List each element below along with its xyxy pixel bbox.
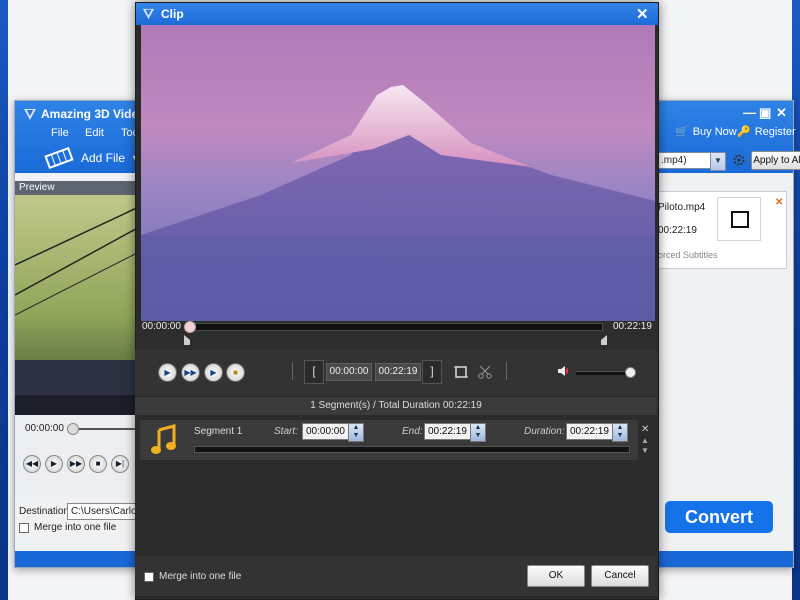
video-preview <box>141 25 655 321</box>
merge-label: Merge into one file <box>34 522 117 533</box>
clip-titlebar: Clip ✕ <box>136 3 658 25</box>
volume-knob[interactable] <box>625 367 636 378</box>
checkbox-box[interactable] <box>144 571 154 582</box>
rewind-button[interactable]: ◀◀ <box>23 455 41 473</box>
scissors-icon[interactable] <box>477 364 493 380</box>
ok-button[interactable]: OK <box>527 565 585 587</box>
merge-checkbox[interactable]: Merge into one file <box>19 522 116 533</box>
segment-progress-bar <box>194 446 630 453</box>
preview-seek-knob[interactable] <box>67 423 79 435</box>
start-stepper[interactable]: ▲ ▼ <box>348 423 364 442</box>
step-button[interactable]: ▶ <box>204 363 223 382</box>
clip-start-time[interactable]: 00:00:00 <box>326 363 372 381</box>
app-logo-icon <box>142 8 155 20</box>
close-icon[interactable]: ✕ <box>776 105 787 121</box>
add-file-label: Add File <box>81 151 126 165</box>
register-label: Register <box>754 125 796 138</box>
buy-now-button[interactable]: 🛒 Buy Now <box>675 125 737 139</box>
chevron-down-icon[interactable]: ▼ <box>710 152 726 171</box>
apply-to-all-button[interactable]: Apply to All <box>751 151 800 170</box>
music-note-icon <box>151 424 176 454</box>
set-start-button[interactable]: [ <box>304 360 324 384</box>
end-stepper[interactable]: ▲ ▼ <box>470 423 486 442</box>
duration-label: Duration: <box>524 426 565 437</box>
stop-button[interactable]: ■ <box>226 363 245 382</box>
cart-icon: 🛒 <box>675 126 689 138</box>
current-time: 00:00:00 <box>142 321 181 332</box>
add-file-button[interactable]: Add File ▼ <box>43 147 140 169</box>
convert-button[interactable]: Convert <box>665 501 773 533</box>
merge-checkbox[interactable]: Merge into one file <box>144 571 241 582</box>
remove-file-icon[interactable]: ✕ <box>775 197 783 208</box>
merge-label: Merge into one file <box>159 571 242 582</box>
set-end-button[interactable]: ] <box>422 360 442 384</box>
film-icon <box>44 147 74 169</box>
menu-edit[interactable]: Edit <box>85 127 104 139</box>
minimize-icon[interactable]: — <box>743 105 756 120</box>
file-duration: 00:22:19 <box>658 225 697 236</box>
delete-segment-icon[interactable]: ✕ <box>641 424 649 435</box>
forced-subtitles-label: orced Subtitles <box>658 250 718 260</box>
divider <box>292 362 293 380</box>
total-time: 00:22:19 <box>613 321 652 332</box>
end-label: End: <box>402 426 423 437</box>
register-button[interactable]: 🔑 Register <box>737 125 796 139</box>
move-down-icon[interactable]: ▼ <box>641 446 649 455</box>
profile-select[interactable]: .mp4) <box>657 152 714 169</box>
volume-slider[interactable] <box>576 371 628 375</box>
segment-summary: 1 Segment(s) / Total Duration 00:22:19 <box>135 397 657 415</box>
volume-icon[interactable] <box>556 364 570 378</box>
next-button[interactable]: ▶| <box>111 455 129 473</box>
edit-icon[interactable] <box>717 197 761 241</box>
segment-duration-input[interactable]: 00:22:19 <box>566 423 617 440</box>
fast-forward-button[interactable]: ▶▶ <box>181 363 200 382</box>
duration-stepper[interactable]: ▲ ▼ <box>612 423 628 442</box>
preview-header: Preview <box>15 181 143 195</box>
stop-button[interactable]: ■ <box>89 455 107 473</box>
seek-knob[interactable] <box>184 321 196 333</box>
play-button[interactable]: ▶ <box>158 363 177 382</box>
play-button[interactable]: ▶ <box>45 455 63 473</box>
seek-track[interactable] <box>185 323 603 331</box>
preview-time: 00:00:00 <box>25 423 64 434</box>
checkbox-box[interactable] <box>19 522 29 533</box>
preview-image <box>15 195 143 415</box>
key-icon: 🔑 <box>737 126 751 138</box>
buy-now-label: Buy Now <box>692 125 737 138</box>
segment-end-input[interactable]: 00:22:19 <box>424 423 475 440</box>
clip-end-time[interactable]: 00:22:19 <box>375 363 421 381</box>
file-name: Piloto.mp4 <box>658 202 706 213</box>
clip-title: Clip <box>161 7 184 21</box>
settings-icon[interactable] <box>732 153 746 167</box>
preview-seek-track[interactable] <box>77 428 143 430</box>
close-icon[interactable]: ✕ <box>636 5 649 23</box>
segment-name: Segment 1 <box>194 426 243 437</box>
segment-start-input[interactable]: 00:00:00 <box>302 423 353 440</box>
fast-forward-button[interactable]: ▶▶ <box>67 455 85 473</box>
start-label: Start: <box>274 426 298 437</box>
cancel-button[interactable]: Cancel <box>591 565 649 587</box>
move-up-icon[interactable]: ▲ <box>641 436 649 445</box>
crop-icon[interactable] <box>453 364 469 380</box>
app-logo-icon <box>24 109 36 120</box>
menu-file[interactable]: File <box>51 127 69 139</box>
destination-label: Destination: <box>19 506 72 517</box>
divider <box>506 362 507 380</box>
app-title: Amazing 3D Video <box>41 107 146 121</box>
maximize-icon[interactable]: ▣ <box>759 105 771 121</box>
